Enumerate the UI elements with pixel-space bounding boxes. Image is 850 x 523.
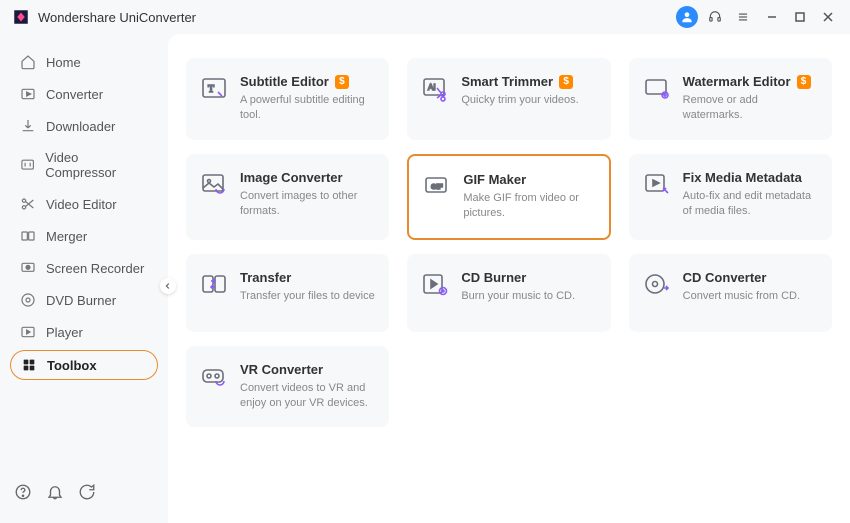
- minimize-button[interactable]: [762, 7, 782, 27]
- watermark-icon: [643, 74, 671, 102]
- svg-text:GIF: GIF: [431, 184, 443, 191]
- tool-desc: Remove or add watermarks.: [683, 93, 818, 124]
- tool-title: Subtitle Editor: [240, 74, 329, 89]
- sidebar-item-compressor[interactable]: Video Compressor: [10, 144, 158, 186]
- tool-desc: Convert music from CD.: [683, 289, 818, 304]
- sidebar-item-editor[interactable]: Video Editor: [10, 190, 158, 218]
- download-icon: [20, 118, 36, 134]
- tool-desc: Quicky trim your videos.: [461, 93, 596, 108]
- tool-title: GIF Maker: [463, 172, 526, 187]
- app-title: Wondershare UniConverter: [38, 10, 196, 25]
- tool-title: VR Converter: [240, 362, 323, 377]
- sidebar-item-label: Merger: [46, 229, 87, 244]
- tool-title: Fix Media Metadata: [683, 170, 802, 185]
- play-icon: [20, 324, 36, 340]
- tool-title: Image Converter: [240, 170, 343, 185]
- feedback-icon[interactable]: [78, 483, 96, 501]
- sidebar-item-downloader[interactable]: Downloader: [10, 112, 158, 140]
- collapse-sidebar-button[interactable]: [160, 278, 176, 294]
- transfer-icon: [200, 270, 228, 298]
- help-icon[interactable]: [14, 483, 32, 501]
- sidebar-footer: [6, 473, 162, 511]
- tool-cd-converter[interactable]: CD Converter Convert music from CD.: [629, 254, 832, 332]
- content: Home Converter Downloader Video Compress…: [0, 34, 850, 523]
- disc-icon: [20, 292, 36, 308]
- subtitle-icon: T: [200, 74, 228, 102]
- metadata-icon: [643, 170, 671, 198]
- account-icon[interactable]: [676, 6, 698, 28]
- sidebar-item-label: Downloader: [46, 119, 115, 134]
- tool-title: Smart Trimmer: [461, 74, 553, 89]
- paid-badge: $: [335, 75, 349, 89]
- sidebar-item-dvd[interactable]: DVD Burner: [10, 286, 158, 314]
- tool-gif-maker[interactable]: GIF GIF Maker Make GIF from video or pic…: [407, 154, 610, 240]
- tool-smart-trimmer[interactable]: AI Smart Trimmer $ Quicky trim your vide…: [407, 58, 610, 140]
- converter-icon: [20, 86, 36, 102]
- svg-text:AI: AI: [428, 83, 436, 92]
- tool-fix-metadata[interactable]: Fix Media Metadata Auto-fix and edit met…: [629, 154, 832, 240]
- sidebar-item-label: Home: [46, 55, 81, 70]
- compress-icon: [20, 157, 35, 173]
- main-panel: T Subtitle Editor $ A powerful subtitle …: [168, 34, 850, 523]
- tool-title: CD Burner: [461, 270, 526, 285]
- sidebar-item-merger[interactable]: Merger: [10, 222, 158, 250]
- scissors-icon: [20, 196, 36, 212]
- tool-desc: Burn your music to CD.: [461, 289, 596, 304]
- cd-burn-icon: [421, 270, 449, 298]
- tool-desc: A powerful subtitle editing tool.: [240, 93, 375, 124]
- vr-icon: [200, 362, 228, 390]
- sidebar-item-player[interactable]: Player: [10, 318, 158, 346]
- sidebar-item-label: Video Compressor: [45, 150, 148, 180]
- close-button[interactable]: [818, 7, 838, 27]
- image-icon: [200, 170, 228, 198]
- tool-title: Transfer: [240, 270, 291, 285]
- home-icon: [20, 54, 36, 70]
- cd-convert-icon: [643, 270, 671, 298]
- merge-icon: [20, 228, 36, 244]
- titlebar: Wondershare UniConverter: [0, 0, 850, 34]
- tool-cd-burner[interactable]: CD Burner Burn your music to CD.: [407, 254, 610, 332]
- tool-watermark-editor[interactable]: Watermark Editor $ Remove or add waterma…: [629, 58, 832, 140]
- tool-desc: Make GIF from video or pictures.: [463, 191, 594, 222]
- sidebar-item-label: Player: [46, 325, 83, 340]
- sidebar-item-label: Toolbox: [47, 358, 97, 373]
- sidebar-item-home[interactable]: Home: [10, 48, 158, 76]
- bell-icon[interactable]: [46, 483, 64, 501]
- tool-subtitle-editor[interactable]: T Subtitle Editor $ A powerful subtitle …: [186, 58, 389, 140]
- svg-text:T: T: [208, 84, 214, 95]
- sidebar-item-label: Screen Recorder: [46, 261, 144, 276]
- sidebar-item-label: Converter: [46, 87, 103, 102]
- sidebar-item-label: Video Editor: [46, 197, 117, 212]
- grid-icon: [21, 357, 37, 373]
- trimmer-icon: AI: [421, 74, 449, 102]
- tool-vr-converter[interactable]: VR Converter Convert videos to VR and en…: [186, 346, 389, 428]
- tool-transfer[interactable]: Transfer Transfer your files to device: [186, 254, 389, 332]
- paid-badge: $: [559, 75, 573, 89]
- gif-icon: GIF: [423, 172, 451, 200]
- headset-icon[interactable]: [704, 6, 726, 28]
- tool-title: Watermark Editor: [683, 74, 791, 89]
- sidebar-item-converter[interactable]: Converter: [10, 80, 158, 108]
- app-logo-icon: [12, 8, 30, 26]
- sidebar-item-label: DVD Burner: [46, 293, 116, 308]
- tool-image-converter[interactable]: Image Converter Convert images to other …: [186, 154, 389, 240]
- sidebar-item-toolbox[interactable]: Toolbox: [10, 350, 158, 380]
- tool-desc: Auto-fix and edit metadata of media file…: [683, 189, 818, 220]
- maximize-button[interactable]: [790, 7, 810, 27]
- sidebar: Home Converter Downloader Video Compress…: [0, 34, 168, 523]
- tool-desc: Convert images to other formats.: [240, 189, 375, 220]
- sidebar-item-recorder[interactable]: Screen Recorder: [10, 254, 158, 282]
- recorder-icon: [20, 260, 36, 276]
- paid-badge: $: [797, 75, 811, 89]
- tool-grid: T Subtitle Editor $ A powerful subtitle …: [186, 58, 832, 427]
- tool-desc: Transfer your files to device: [240, 289, 375, 304]
- menu-icon[interactable]: [732, 6, 754, 28]
- tool-desc: Convert videos to VR and enjoy on your V…: [240, 381, 375, 412]
- tool-title: CD Converter: [683, 270, 767, 285]
